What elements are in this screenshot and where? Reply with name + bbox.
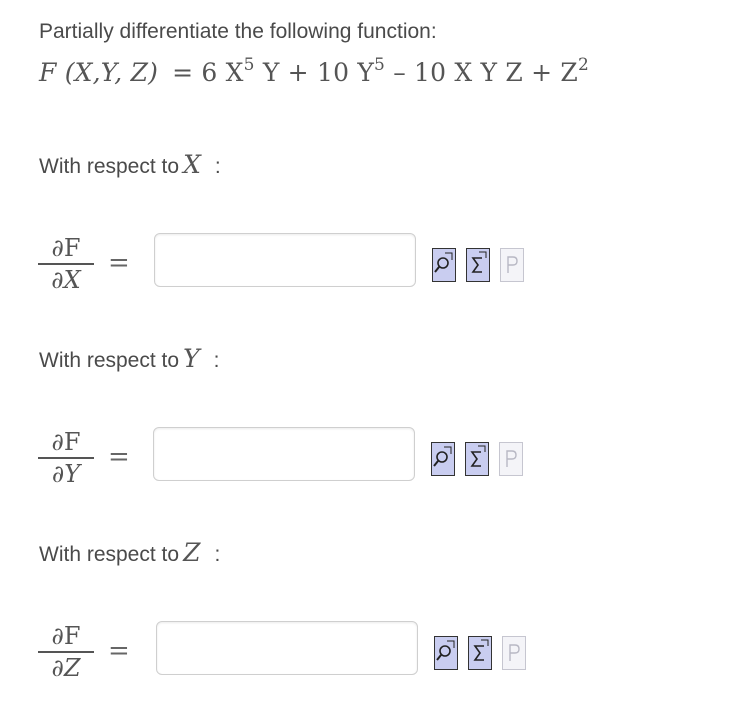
partial-derivative-x: ∂F ∂X (36, 236, 96, 292)
function-rhs-3: – 10 X Y Z + Z (385, 58, 578, 87)
fraction-denominator: ∂Y (36, 459, 96, 486)
answer-input-z[interactable] (156, 621, 418, 675)
denominator-variable: Y (64, 459, 81, 488)
section-label-text: With respect to (39, 349, 180, 372)
equation-editor-icon[interactable] (468, 636, 492, 670)
section-variable: X (183, 150, 201, 179)
p-icon (500, 248, 524, 282)
section-label-y: With respect to Y: (39, 344, 219, 373)
section-colon: : (213, 349, 220, 372)
function-exp-1: 5 (243, 55, 255, 75)
fraction-numerator: ∂F (51, 428, 81, 456)
function-rhs-2: Y + 10 Y (254, 58, 375, 87)
section-colon: : (214, 543, 221, 566)
section-label-z: With respect to Z: (39, 538, 220, 567)
answer-input-y[interactable] (153, 427, 415, 481)
fraction-denominator: ∂X (36, 265, 96, 292)
function-exp-2: 5 (374, 55, 386, 75)
preview-icon[interactable] (432, 248, 456, 282)
partial-symbol: ∂ (51, 459, 65, 488)
denominator-variable: X (63, 265, 81, 294)
p-icon (499, 442, 523, 476)
equation-editor-icon[interactable] (465, 442, 489, 476)
partial-symbol: ∂ (51, 265, 64, 294)
equals-sign: = (108, 442, 130, 472)
section-variable: Y (183, 344, 200, 373)
section-label-x: With respect to X: (39, 150, 221, 179)
partial-symbol: ∂ (51, 653, 64, 682)
equation-editor-icon[interactable] (466, 248, 490, 282)
partial-derivative-y: ∂F ∂Y (36, 430, 96, 486)
preview-icon[interactable] (434, 636, 458, 670)
fraction-numerator: ∂F (51, 234, 81, 262)
function-rhs-1: = 6 X (172, 58, 244, 87)
section-variable: Z (183, 538, 201, 567)
function-lhs: F (X,Y, Z) (39, 58, 159, 87)
function-expression: F (X,Y, Z) = 6 X5 Y + 10 Y5 – 10 X Y Z + … (39, 55, 590, 88)
section-label-text: With respect to (39, 543, 180, 566)
fraction-denominator: ∂Z (36, 653, 96, 680)
answer-input-x[interactable] (154, 233, 416, 287)
partial-derivative-z: ∂F ∂Z (36, 624, 96, 680)
section-label-text: With respect to (39, 155, 180, 178)
section-colon: : (214, 155, 221, 178)
equals-sign: = (108, 636, 130, 666)
p-icon (502, 636, 526, 670)
instruction-text: Partially differentiate the following fu… (39, 20, 437, 43)
equals-sign: = (108, 248, 130, 278)
denominator-variable: Z (63, 653, 81, 682)
preview-icon[interactable] (431, 442, 455, 476)
function-exp-3: 2 (578, 55, 590, 75)
fraction-numerator: ∂F (51, 622, 81, 650)
